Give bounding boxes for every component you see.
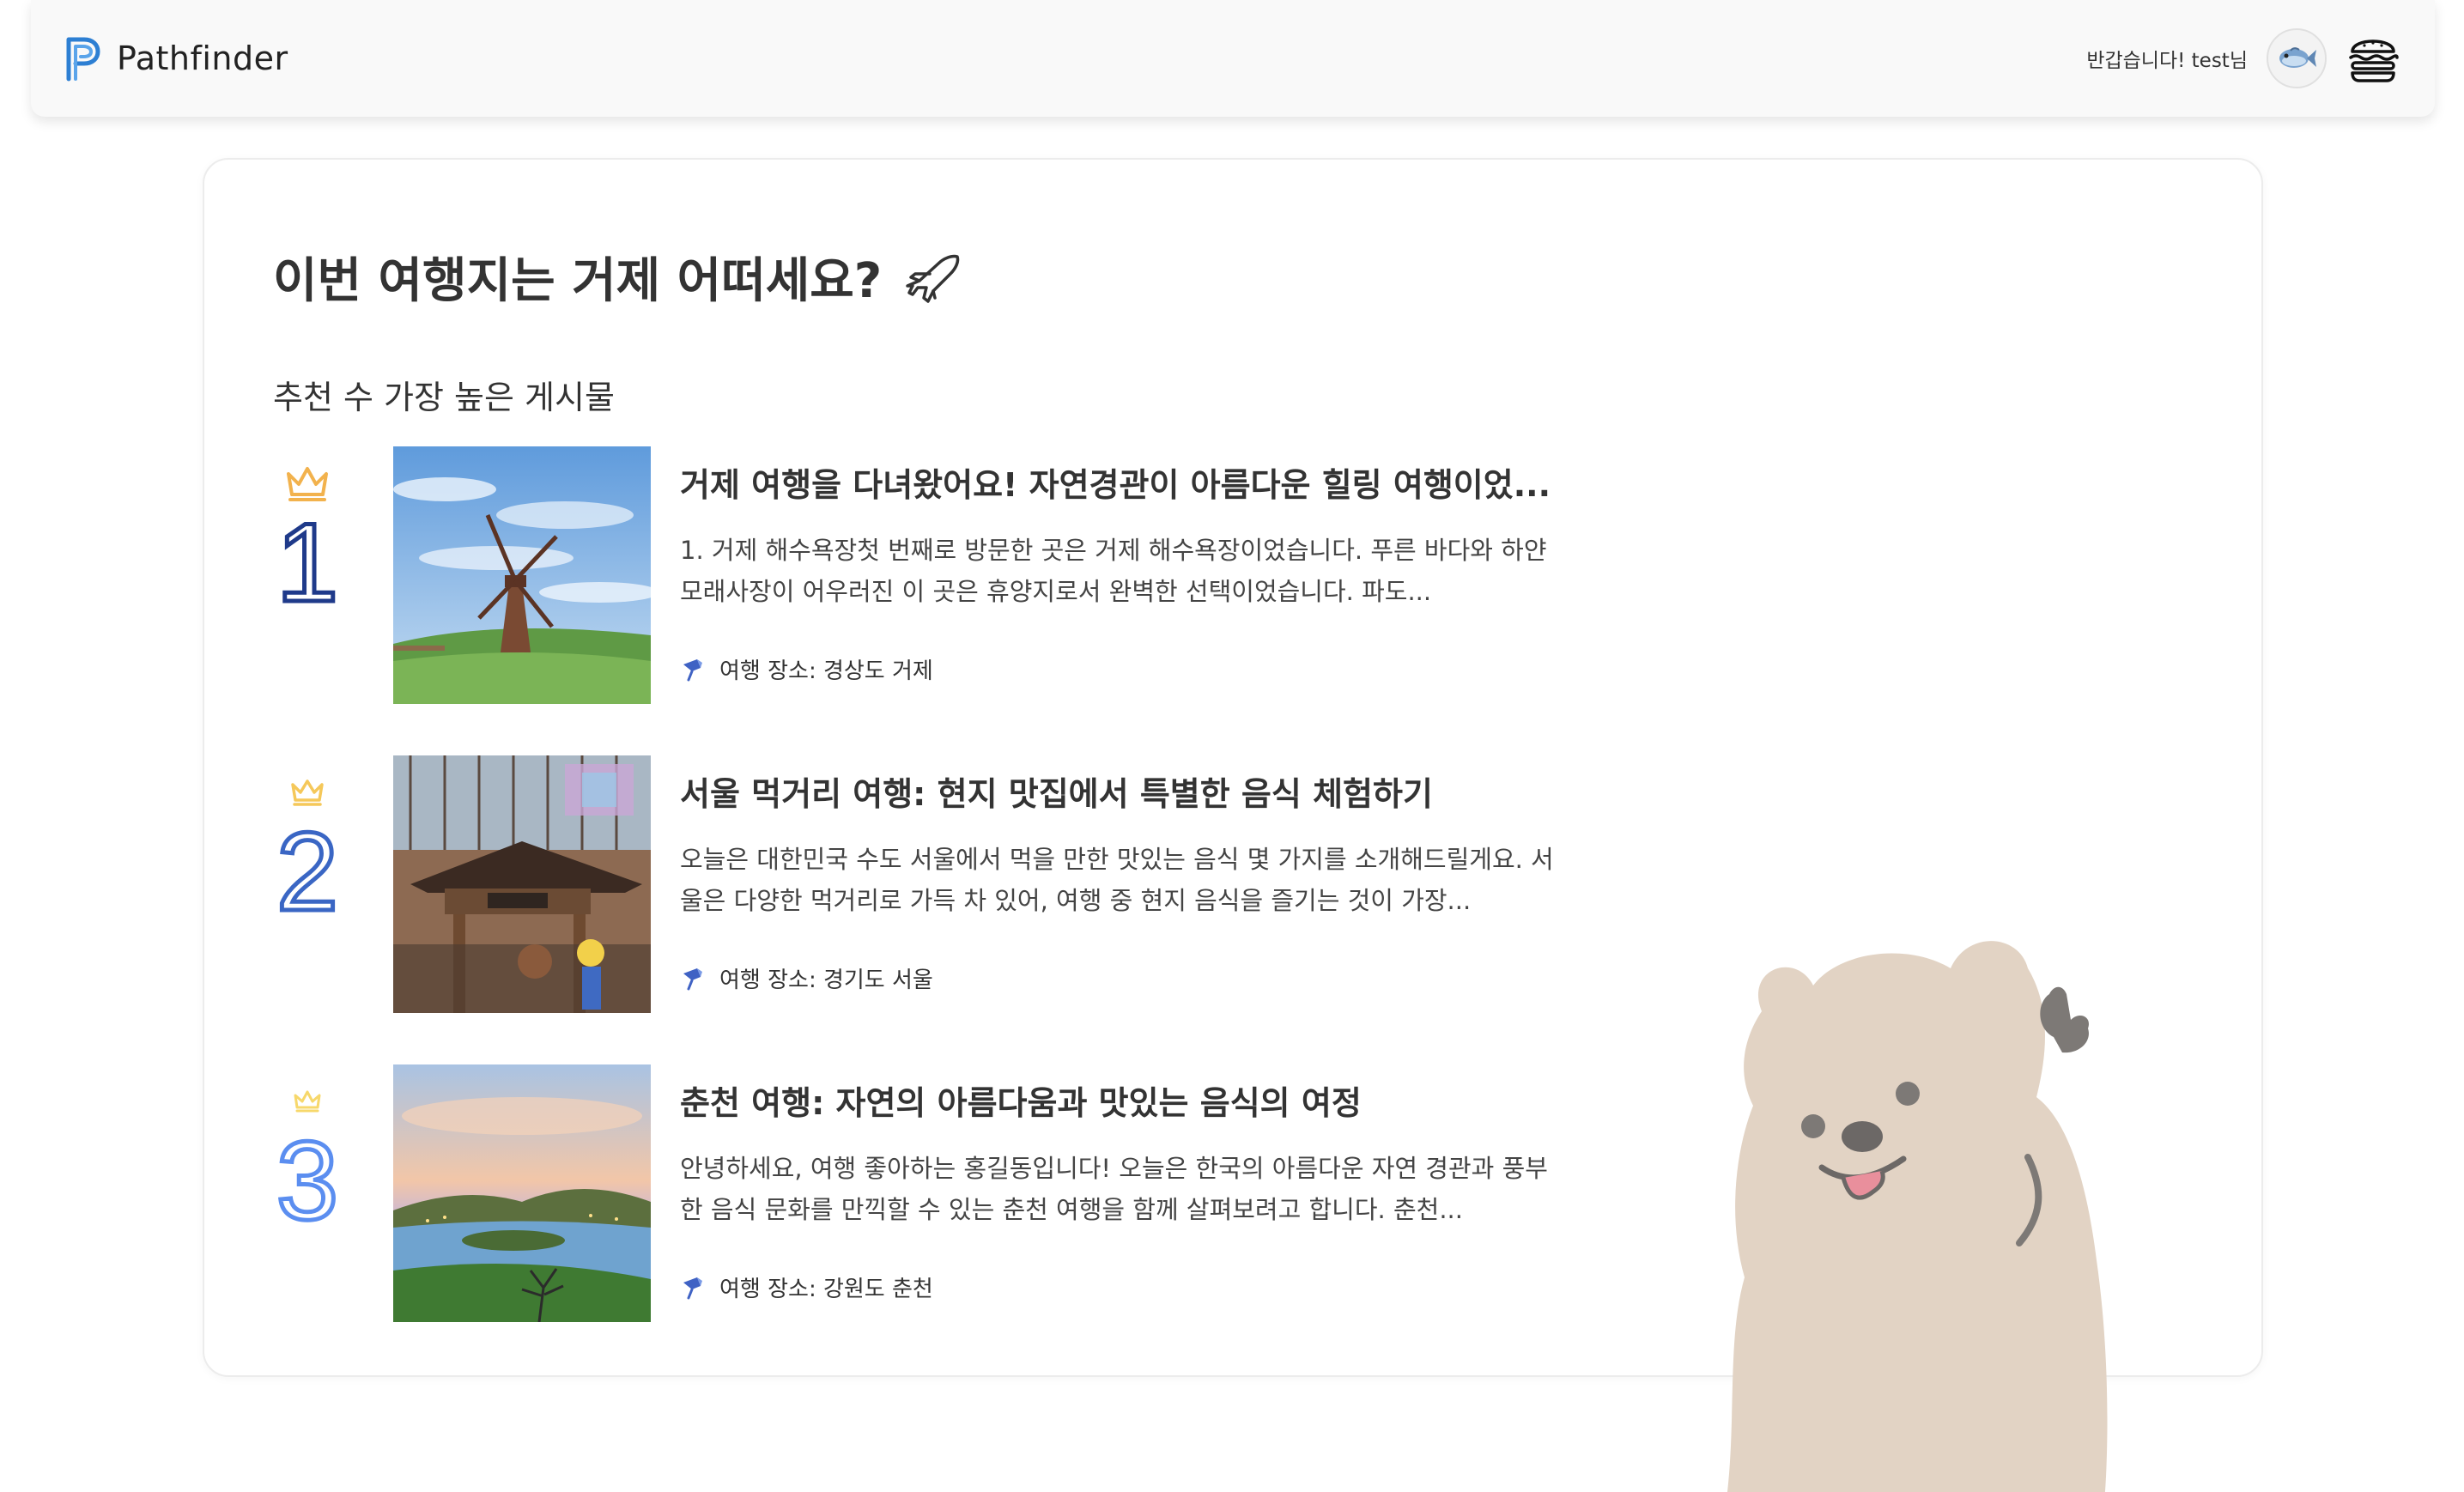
greeting-text: 반갑습니다! test님 xyxy=(2086,50,2248,72)
insadong-image xyxy=(393,755,651,1013)
post-thumbnail-2[interactable] xyxy=(393,755,651,1013)
map-pin-icon xyxy=(683,658,702,681)
post-location-2: 여행 장소: 경기도 서울 xyxy=(680,962,1590,994)
chuncheon-image xyxy=(393,1064,651,1322)
post-item-1[interactable]: 1 거제 여행을 다녀왔어요! 자연경관이 아름다운 힐링 여행이었... 1.… xyxy=(273,446,1647,704)
post-body-2: 서울 먹거리 여행: 현지 맛집에서 특별한 음식 체험하기 오늘은 대한민국 … xyxy=(680,767,1590,994)
quokka-illustration xyxy=(1727,941,2108,1492)
brand[interactable]: Pathfinder xyxy=(62,34,288,82)
avatar[interactable] xyxy=(2267,28,2327,88)
post-thumbnail-1[interactable] xyxy=(393,446,651,704)
post-excerpt-1: 1. 거제 해수욕장첫 번째로 방문한 곳은 거제 해수욕장이었습니다. 푸른 … xyxy=(680,536,1547,606)
pathfinder-logo-icon xyxy=(66,37,100,82)
map-pin-icon xyxy=(683,967,702,990)
crown-icon xyxy=(287,467,328,496)
post-location-text-1: 여행 장소: 경상도 거제 xyxy=(719,658,933,684)
quokka-mascot xyxy=(1710,934,2157,1492)
windmill-image xyxy=(393,446,651,704)
post-title-3[interactable]: 춘천 여행: 자연의 아름다움과 맛있는 음식의 여정 xyxy=(680,1077,1590,1124)
post-location-1: 여행 장소: 경상도 거제 xyxy=(680,653,1590,685)
page-title: 이번 여행지는 거제 어떠세요? xyxy=(273,242,966,312)
rank-badge-1: 1 xyxy=(273,455,342,627)
brand-name: Pathfinder xyxy=(117,39,288,77)
airplane-icon xyxy=(906,254,960,303)
post-item-2[interactable]: 2 서울 먹거리 여행: 현지 맛집에서 특별한 음식 체험하기 오늘은 대한민… xyxy=(273,755,1647,1013)
crown-icon xyxy=(291,779,324,802)
post-location-text-3: 여행 장소: 강원도 춘천 xyxy=(719,1277,933,1302)
post-thumbnail-3[interactable] xyxy=(393,1064,651,1322)
rank-badge-3: 3 xyxy=(273,1073,342,1245)
post-title-1[interactable]: 거제 여행을 다녀왔어요! 자연경관이 아름다운 힐링 여행이었... xyxy=(680,458,1590,506)
burger-menu-icon[interactable] xyxy=(2346,31,2400,86)
map-pin-icon xyxy=(683,1277,702,1299)
rank-number: 2 xyxy=(276,809,338,934)
rank-number: 1 xyxy=(276,500,338,625)
rank-badge-2: 2 xyxy=(273,764,342,936)
post-title-2[interactable]: 서울 먹거리 여행: 현지 맛집에서 특별한 음식 체험하기 xyxy=(680,767,1590,815)
section-title: 추천 수 가장 높은 게시물 xyxy=(273,379,615,416)
post-item-3[interactable]: 3 춘천 여행: 자연의 아름다움과 맛있는 음식의 여정 안녕하세요, 여행 … xyxy=(273,1064,1647,1322)
crown-icon xyxy=(294,1090,321,1109)
header-user-area: 반갑습니다! test님 xyxy=(2086,28,2400,88)
rank-number: 3 xyxy=(276,1118,338,1243)
post-location-text-2: 여행 장소: 경기도 서울 xyxy=(719,967,933,993)
post-location-3: 여행 장소: 강원도 춘천 xyxy=(680,1271,1590,1303)
top-navbar: Pathfinder 반갑습니다! test님 xyxy=(31,0,2435,117)
post-excerpt-3: 안녕하세요, 여행 좋아하는 홍길동입니다! 오늘은 한국의 아름다운 자연 경… xyxy=(680,1154,1548,1224)
post-body-1: 거제 여행을 다녀왔어요! 자연경관이 아름다운 힐링 여행이었... 1. 거… xyxy=(680,458,1590,685)
fish-avatar-icon xyxy=(2279,47,2316,68)
post-excerpt-2: 오늘은 대한민국 수도 서울에서 먹을 만한 맛있는 음식 몇 가지를 소개해드… xyxy=(680,845,1554,915)
page-title-text: 이번 여행지는 거제 어떠세요? xyxy=(273,253,883,309)
recommendation-card: 이번 여행지는 거제 어떠세요? 추천 수 가장 높은 게시물 1 거제 여행을… xyxy=(203,158,2263,1492)
post-body-3: 춘천 여행: 자연의 아름다움과 맛있는 음식의 여정 안녕하세요, 여행 좋아… xyxy=(680,1077,1590,1303)
